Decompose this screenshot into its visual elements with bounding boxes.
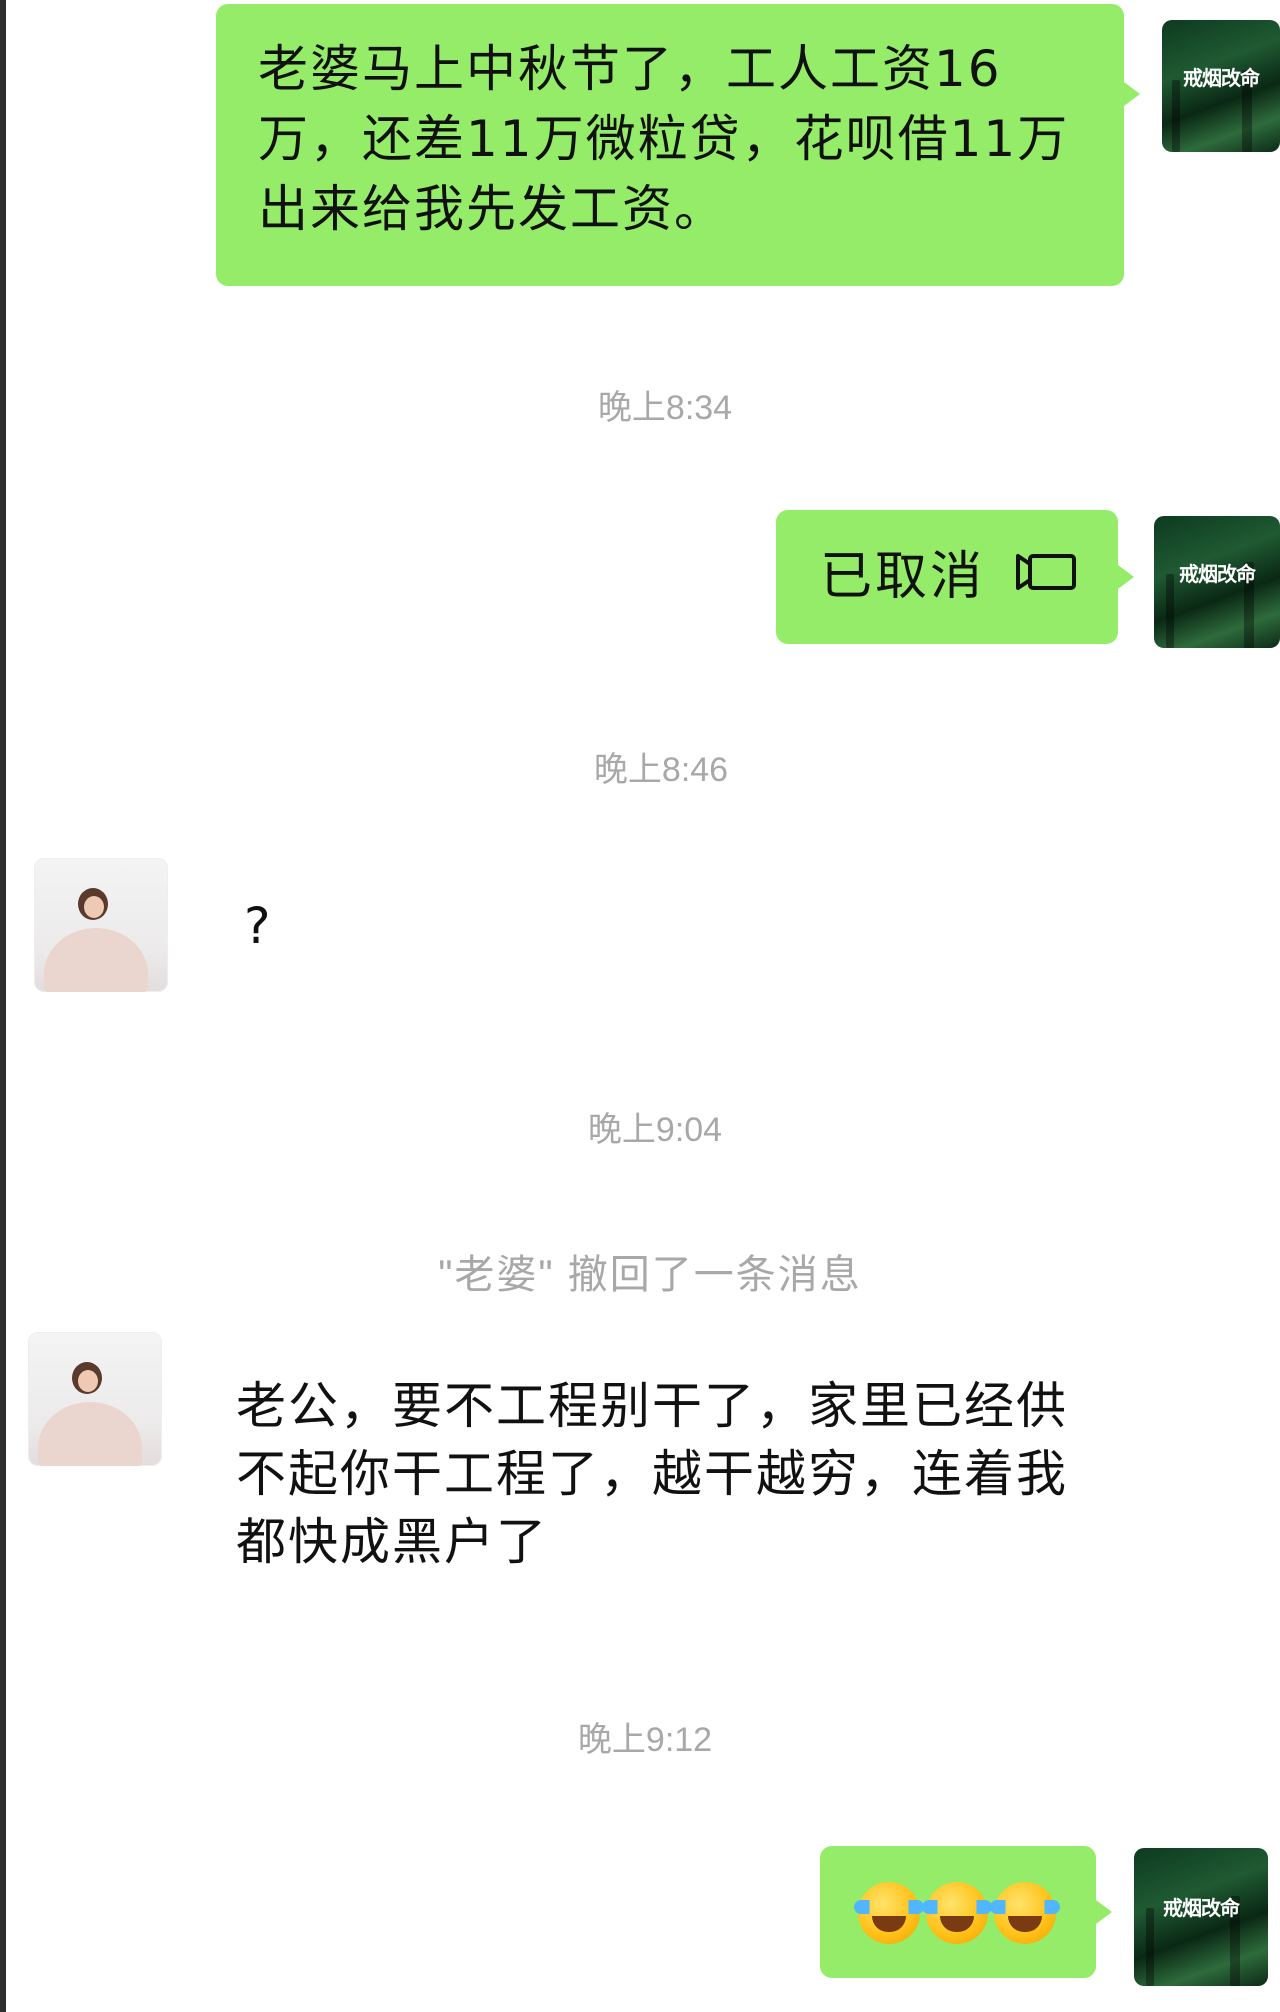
timestamp: 晚上8:34 [597, 389, 733, 427]
joy-tears-emoji [922, 1882, 992, 1944]
avatar-label: 戒烟改命 [1163, 1896, 1240, 1921]
timestamp: 晚上9:12 [577, 1721, 713, 1759]
her-avatar[interactable] [34, 858, 168, 992]
her-avatar[interactable] [28, 1332, 162, 1466]
her-message-text[interactable]: ? [244, 892, 273, 960]
my-avatar[interactable]: 戒烟改命 [1134, 1848, 1268, 1986]
avatar-label: 戒烟改命 [1183, 66, 1260, 91]
recall-notice: "老婆" 撤回了一条消息 [438, 1253, 862, 1297]
cancelled-call-bubble[interactable]: 已取消 [776, 510, 1134, 644]
emoji-message-bubble[interactable] [820, 1846, 1112, 1978]
timestamp: 晚上9:04 [587, 1111, 723, 1149]
left-edge-border [0, 0, 6, 2012]
my-message-bubble[interactable]: 老婆马上中秋节了，工人工资16万，还差11万微粒贷，花呗借11万出来给我先发工资… [216, 4, 1140, 286]
my-avatar[interactable]: 戒烟改命 [1162, 20, 1280, 152]
message-text: 老婆马上中秋节了，工人工资16万，还差11万微粒贷，花呗借11万出来给我先发工资… [258, 40, 1070, 238]
message-text: 已取消 [820, 547, 986, 607]
video-call-icon [1016, 552, 1078, 592]
timestamp: 晚上8:46 [593, 751, 729, 789]
joy-tears-emoji [990, 1882, 1060, 1944]
her-message-text[interactable]: 老公，要不工程别干了，家里已经供不起你干工程了，越干越穷，连着我都快成黑户了 [236, 1372, 1076, 1576]
avatar-label: 戒烟改命 [1179, 562, 1256, 587]
joy-tears-emoji [854, 1882, 924, 1944]
my-avatar[interactable]: 戒烟改命 [1154, 516, 1280, 648]
